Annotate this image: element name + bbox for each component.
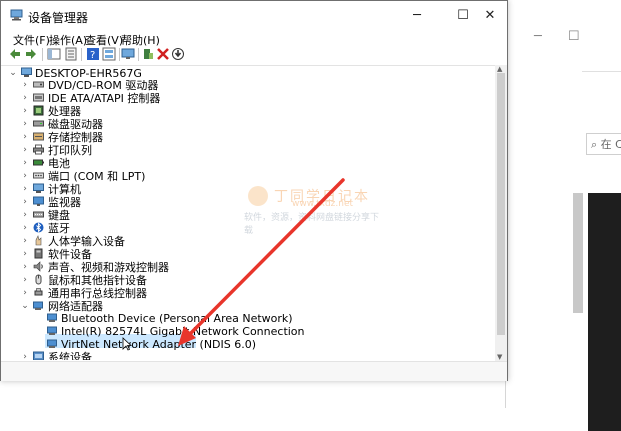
mouse-cursor-icon: [122, 337, 132, 351]
annotation-arrow-icon: [178, 178, 345, 346]
